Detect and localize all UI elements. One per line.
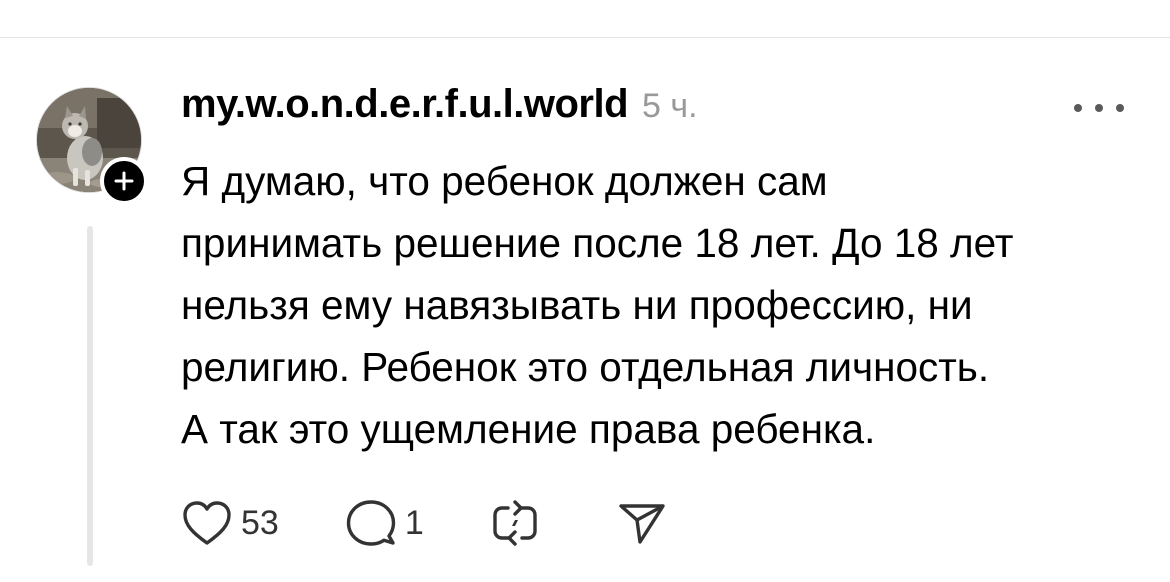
heart-icon <box>183 501 231 545</box>
timestamp: 5 ч. <box>642 87 698 125</box>
post-text-line: Я думаю, что ребенок должен сам <box>181 158 828 204</box>
follow-button[interactable] <box>100 157 148 205</box>
plus-icon <box>114 171 134 191</box>
send-icon <box>619 504 665 544</box>
post-text: Я думаю, что ребенок должен сам принимат… <box>181 150 1141 460</box>
thread-line <box>87 226 93 566</box>
reply-button[interactable]: 1 <box>345 498 424 548</box>
comment-bubble-icon <box>346 500 396 546</box>
repost-button[interactable] <box>490 498 540 548</box>
like-count: 53 <box>241 503 279 542</box>
share-button[interactable] <box>616 498 668 548</box>
like-button[interactable]: 53 <box>181 499 279 547</box>
reply-count: 1 <box>404 503 424 542</box>
avatar-container[interactable] <box>36 87 148 205</box>
more-dots-icon <box>1074 104 1082 112</box>
more-options-button[interactable] <box>1074 96 1124 120</box>
post-text-line: религию. Ребенок это отдельная личность. <box>181 344 990 390</box>
post-text-line: А так это ущемление права ребенка. <box>181 406 876 452</box>
post-text-line: принимать решение после 18 лет. До 18 ле… <box>181 220 1014 266</box>
more-dots-icon <box>1095 104 1103 112</box>
post-header: my.w.o.n.d.e.r.f.u.l.world 5 ч. <box>181 82 698 134</box>
post-actions: 53 1 <box>181 495 668 551</box>
top-divider <box>0 37 1170 38</box>
username[interactable]: my.w.o.n.d.e.r.f.u.l.world <box>181 82 629 127</box>
repost-icon <box>493 500 537 546</box>
post-text-line: нельзя ему навязывать ни профессию, ни <box>181 282 973 328</box>
more-dots-icon <box>1116 104 1124 112</box>
